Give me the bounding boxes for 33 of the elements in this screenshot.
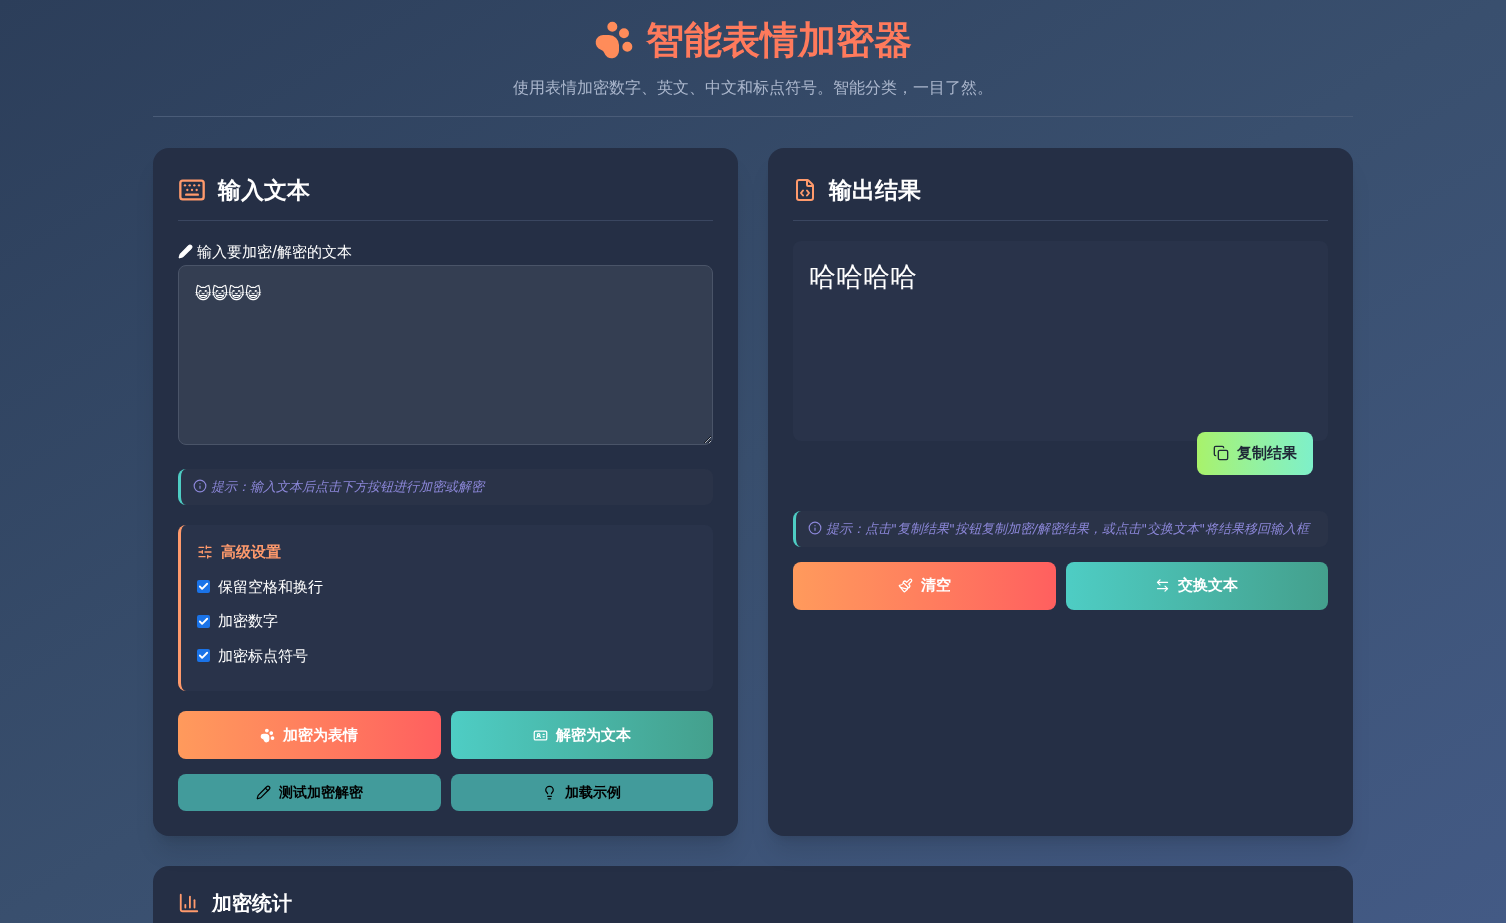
tip-text: 提示：输入文本后点击下方按钮进行加密或解密 [211,478,484,496]
checkbox[interactable] [197,580,210,594]
action-button[interactable]: 加载示例 [450,774,713,811]
pencil-icon [178,244,193,260]
info-icon [193,479,207,493]
tip-text: 提示：点击"复制结果"按钮复制加密/解密结果，或点击"交换文本"将结果移回输入框 [826,519,1310,538]
info-icon [808,520,822,535]
card-title: 加密统计 [212,890,292,917]
output-text: 哈哈哈哈 [809,260,917,292]
checkbox[interactable] [197,649,210,663]
field-label: 输入要加密/解密的文本 [197,241,353,263]
paw-icon [594,20,634,60]
checkbox[interactable] [197,614,210,628]
option-label: 加密标点符号 [218,645,308,667]
card-title: 输入文本 [218,176,310,205]
option-label: 保留空格和换行 [218,576,323,598]
paw-icon [260,727,276,743]
id-card-icon [532,727,548,743]
chart-icon [178,892,200,914]
sliders-icon [197,544,213,561]
app-subtitle: 使用表情加密数字、英文、中文和标点符号。智能分类，一目了然。 [513,77,993,99]
file-code-icon [793,178,817,203]
option-label: 加密数字 [218,611,278,632]
settings-title: 高级设置 [221,542,281,563]
card-title: 输出结果 [829,176,921,205]
copy-button[interactable]: 复制结果 [1197,431,1313,475]
text-input[interactable]: 😺😺😺😺 [178,265,713,445]
brush-icon [897,578,913,593]
copy-icon [1213,445,1229,461]
action-button[interactable]: 测试加密解密 [178,774,441,811]
pencil-icon [255,785,271,800]
swap-icon [1155,578,1171,593]
app-title: 智能表情加密器 [646,17,912,64]
